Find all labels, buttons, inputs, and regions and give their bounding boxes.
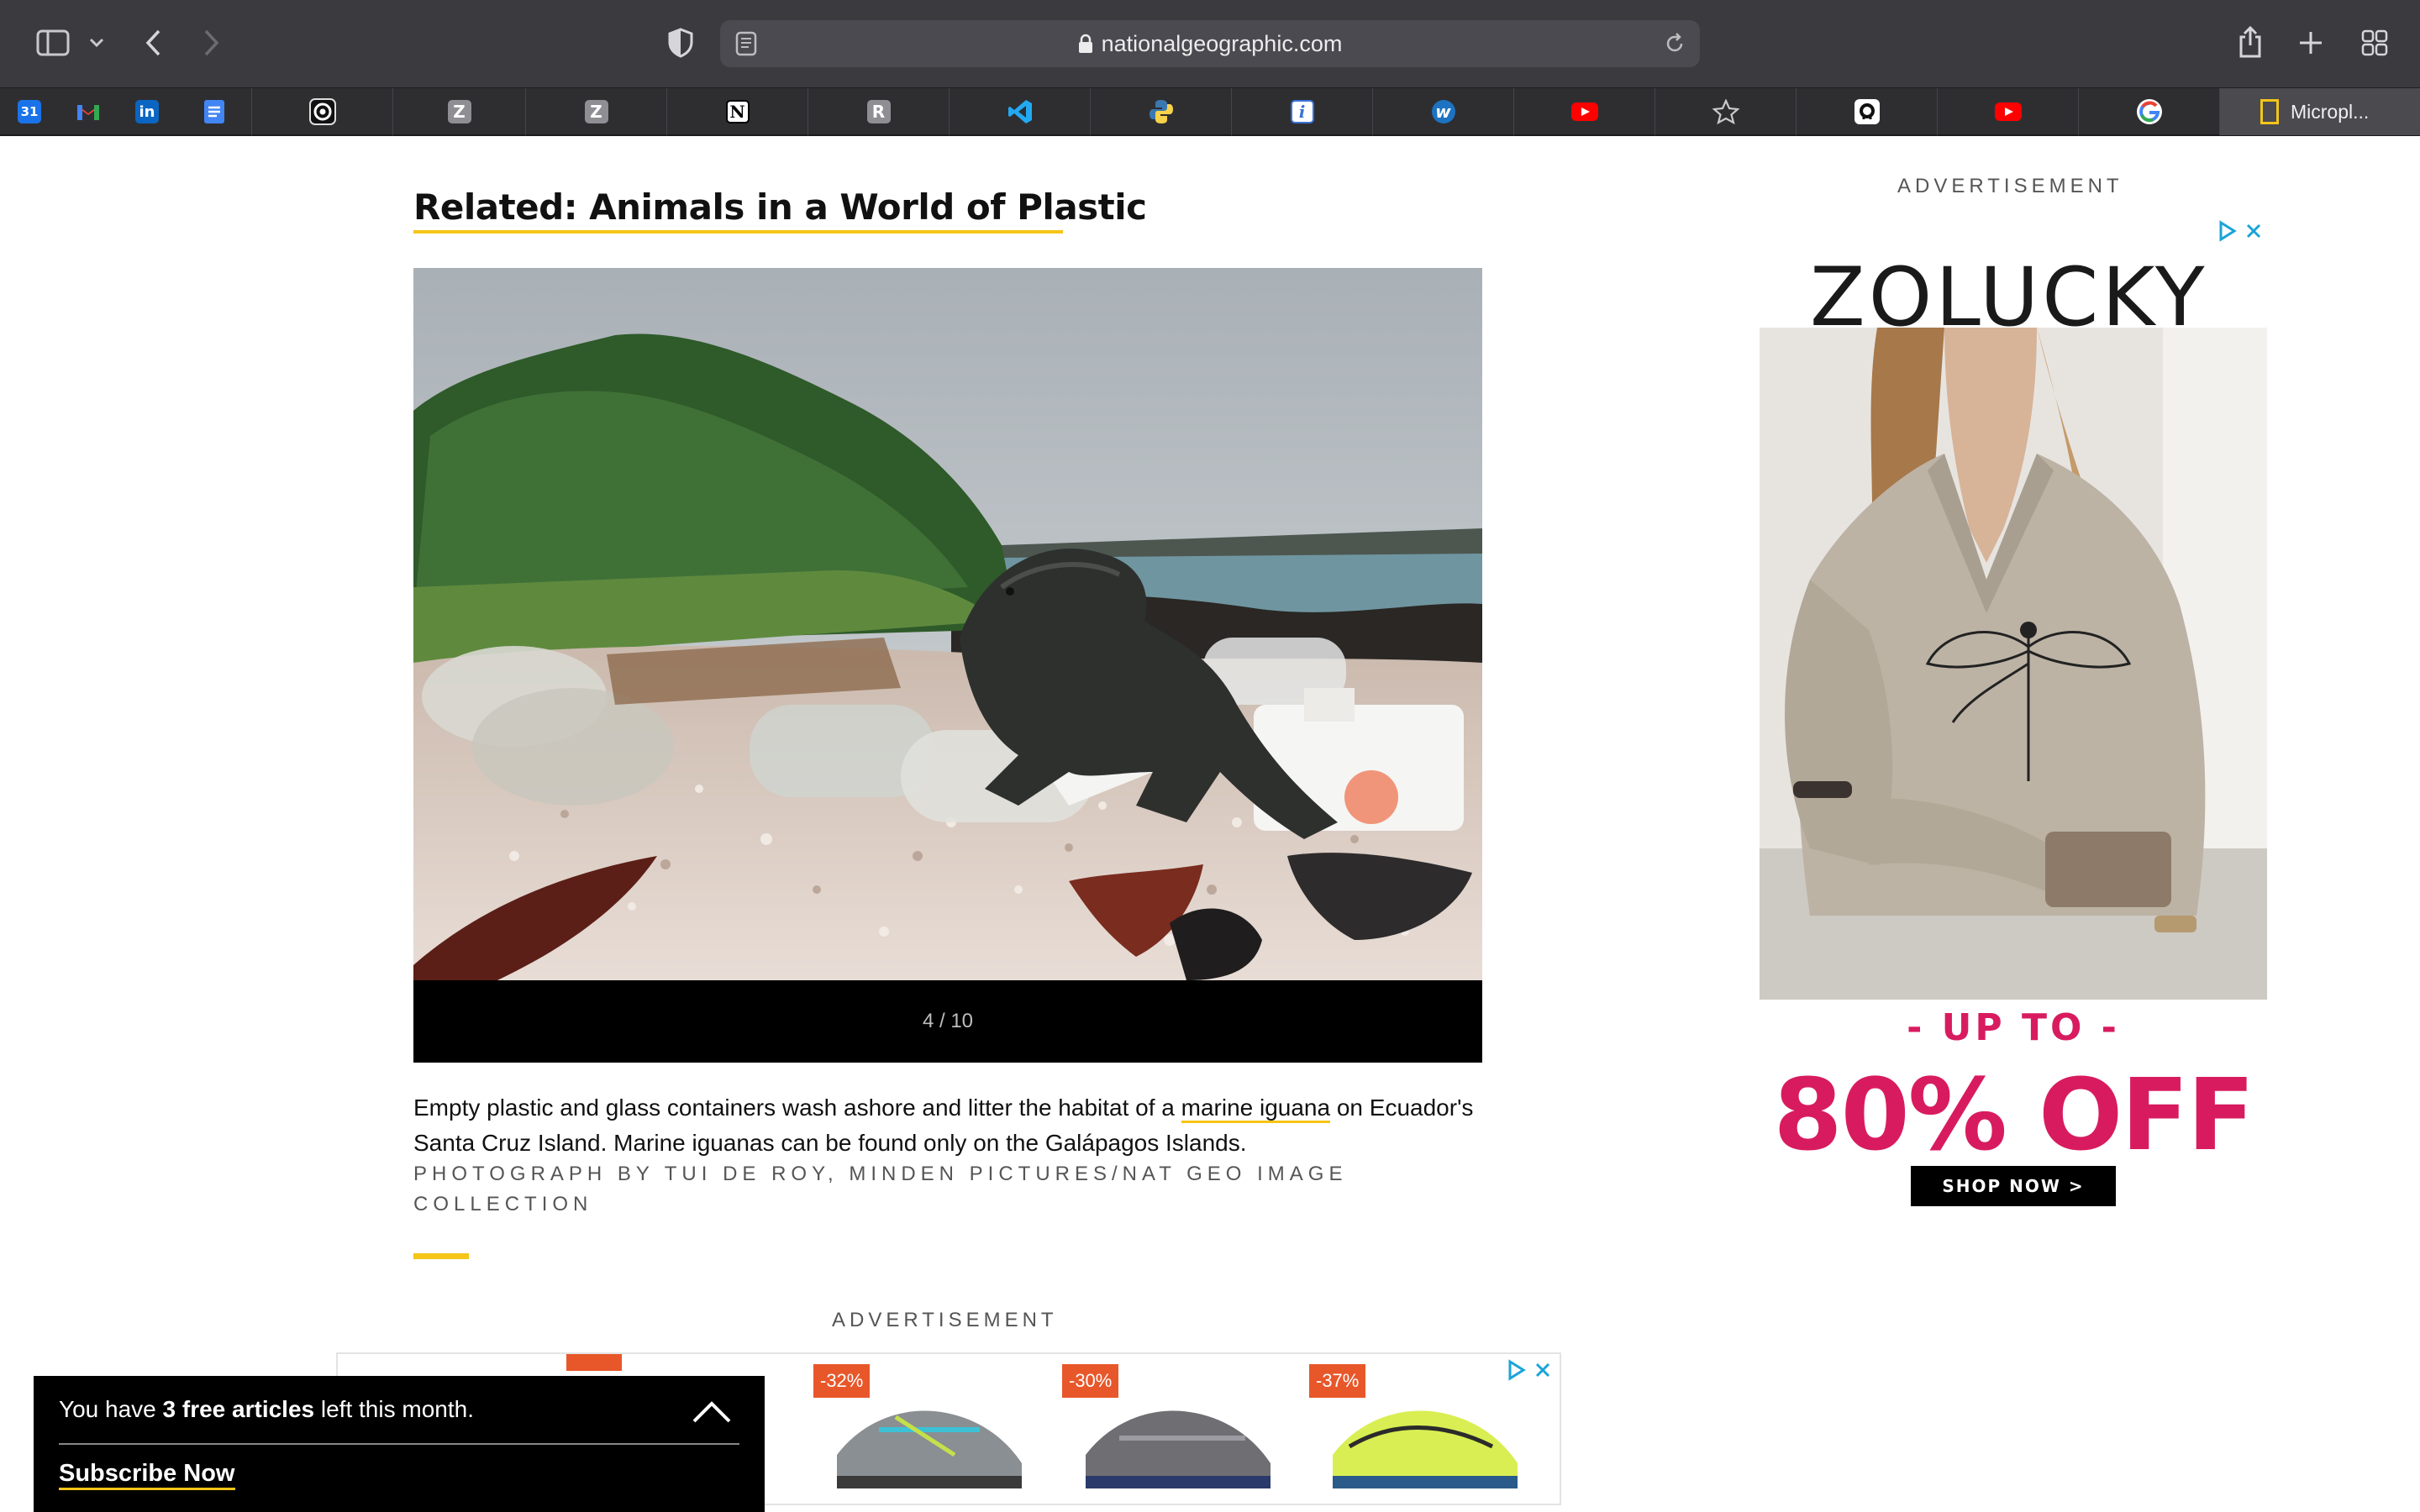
discount-badge: [566, 1354, 622, 1371]
address-bar[interactable]: nationalgeographic.com: [720, 20, 1700, 67]
zolucky-advertisement[interactable]: ZOLUCKY - UP TO - 80% OFF SHOP NOW >: [1760, 217, 2267, 1208]
share-icon: [2239, 25, 2261, 58]
gallery-photo-iguana[interactable]: [413, 268, 1482, 980]
photo-credit: PHOTOGRAPH BY TUI DE ROY, MINDEN PICTURE…: [413, 1163, 1348, 1215]
chevron-up-icon[interactable]: [691, 1399, 733, 1425]
free-articles-message: You have 3 free articles left this month…: [59, 1396, 474, 1423]
section-divider-bar: [413, 1253, 469, 1259]
bookmark-github[interactable]: [1797, 88, 1938, 135]
info-icon: i: [1290, 100, 1314, 123]
advertisement-label-bottom: ADVERTISEMENT: [832, 1309, 1058, 1331]
github-icon: [1854, 99, 1880, 124]
close-icon[interactable]: [1534, 1362, 1551, 1378]
chevron-down-icon[interactable]: [84, 30, 109, 55]
youtube-icon: [1994, 102, 2022, 121]
related-heading-link[interactable]: Related: Animals in a World of Plastic: [413, 186, 1147, 228]
adchoices-icon[interactable]: [2218, 220, 2237, 242]
sidebar-toggle-button[interactable]: [32, 25, 74, 60]
python-icon: [1149, 100, 1173, 123]
shoe-image: [837, 1410, 1022, 1488]
bookmark-gmail[interactable]: [59, 88, 118, 135]
r-icon: R: [866, 100, 891, 123]
lock-icon: [1078, 34, 1092, 53]
article-page: Related: Animals in a World of Plastic 4…: [0, 136, 2420, 1512]
shield-icon: [668, 28, 693, 58]
browser-toolbar: nationalgeographic.com: [0, 0, 2420, 87]
photo-gallery[interactable]: 4 / 10: [413, 268, 1482, 1063]
free-articles-count: 3 free articles: [162, 1396, 315, 1422]
shoe-image: [1086, 1410, 1270, 1488]
notion-icon: N: [725, 100, 750, 123]
bookmark-target[interactable]: [252, 88, 393, 135]
related-heading-underline: [413, 230, 1063, 234]
tab-microplastics[interactable]: Micropl...: [2220, 88, 2420, 135]
reader-icon[interactable]: [735, 31, 757, 56]
calendar-icon: 31: [18, 100, 41, 123]
reload-icon[interactable]: [1663, 32, 1686, 55]
bookmark-youtube-2[interactable]: [1938, 88, 2079, 135]
new-tab-button[interactable]: [2294, 25, 2328, 60]
shoe-image: [1333, 1410, 1518, 1488]
page-icon: [2260, 99, 2279, 124]
photo-caption: Empty plastic and glass containers wash …: [413, 1090, 1482, 1161]
bookmark-vscode[interactable]: [950, 88, 1091, 135]
free-articles-prefix: You have: [59, 1396, 163, 1422]
iguana-photo-illustration: [413, 268, 1482, 980]
adchoices-icon[interactable]: [1507, 1359, 1526, 1381]
ad-discount-text: 80% OFF: [1773, 1057, 2254, 1173]
z-icon: Z: [584, 100, 608, 123]
address-url: nationalgeographic.com: [1101, 30, 1343, 56]
google-icon: [2136, 99, 2162, 124]
ad-up-to-text: - UP TO -: [1907, 1006, 2120, 1049]
gallery-counter: 4 / 10: [922, 1010, 974, 1032]
chevron-left-icon: [145, 29, 160, 56]
target-icon: [308, 98, 336, 125]
chevron-right-icon: [204, 29, 219, 56]
bookmark-docs[interactable]: [176, 88, 252, 135]
subscribe-now-link[interactable]: Subscribe Now: [59, 1460, 235, 1490]
back-button[interactable]: [136, 25, 170, 60]
ad-choices[interactable]: [2218, 220, 2262, 242]
bookmark-z-2[interactable]: Z: [526, 88, 667, 135]
bookmarks-bar: 31 in Z Z N R i w Micropl...: [0, 87, 2420, 136]
z-icon: Z: [447, 100, 471, 123]
bookmark-youtube-1[interactable]: [1514, 88, 1655, 135]
free-articles-banner: You have 3 free articles left this month…: [34, 1376, 765, 1512]
advertisement-label-side: ADVERTISEMENT: [1897, 175, 2123, 197]
plus-icon: [2300, 32, 2322, 54]
free-articles-suffix: left this month.: [314, 1396, 474, 1422]
vscode-icon: [1007, 100, 1032, 123]
w-icon: w: [1431, 100, 1455, 123]
gmail-icon: [77, 105, 99, 120]
share-button[interactable]: [2233, 22, 2267, 62]
ad-choices[interactable]: [1507, 1359, 1551, 1381]
linkedin-icon: in: [135, 100, 159, 123]
bookmark-r[interactable]: R: [808, 88, 950, 135]
docs-icon: [203, 100, 224, 123]
active-tab-label: Micropl...: [2291, 100, 2370, 123]
bookmark-notion[interactable]: N: [667, 88, 808, 135]
bookmark-calendar[interactable]: 31: [0, 88, 59, 135]
bookmark-google[interactable]: [2079, 88, 2220, 135]
bookmark-star[interactable]: [1655, 88, 1797, 135]
bookmark-linkedin[interactable]: in: [118, 88, 176, 135]
close-icon[interactable]: [2245, 223, 2262, 239]
bookmark-z-1[interactable]: Z: [393, 88, 526, 135]
tab-overview-button[interactable]: [2358, 25, 2391, 60]
star-icon: [1712, 99, 1739, 124]
marine-iguana-link[interactable]: marine iguana: [1181, 1095, 1331, 1123]
shop-now-button[interactable]: SHOP NOW >: [1911, 1166, 2116, 1206]
sidebar-icon: [36, 29, 70, 56]
forward-button[interactable]: [195, 25, 229, 60]
privacy-shield-button[interactable]: [664, 25, 697, 60]
grid-icon: [2361, 29, 2388, 56]
youtube-icon: [1570, 102, 1598, 121]
banner-divider: [59, 1443, 739, 1445]
caption-text-1: Empty plastic and glass containers wash …: [413, 1095, 1181, 1121]
sweater-model-image: [1760, 328, 2267, 1000]
bookmark-w[interactable]: w: [1373, 88, 1514, 135]
bookmark-info[interactable]: i: [1232, 88, 1373, 135]
bookmark-python[interactable]: [1091, 88, 1232, 135]
